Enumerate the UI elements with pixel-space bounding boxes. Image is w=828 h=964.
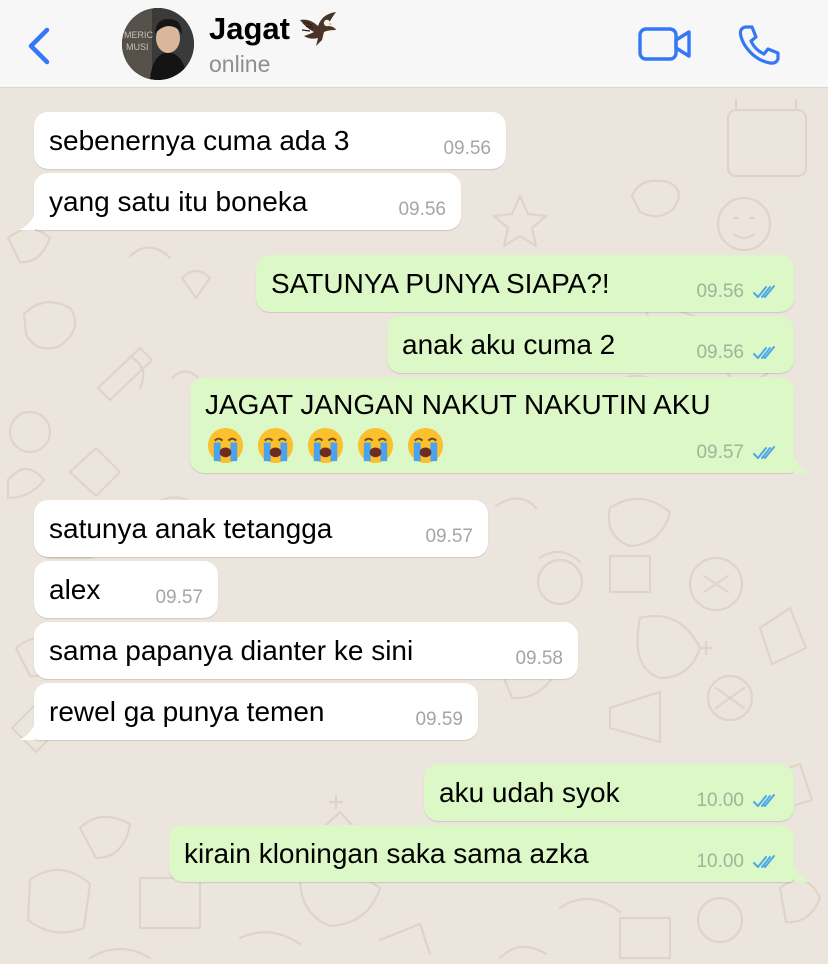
message-bubble-outgoing[interactable]: JAGAT JANGAN NAKUT NAKUTIN AKU 09.57 [190,377,794,473]
message-text: kirain kloningan saka sama azka [184,838,589,869]
message-time: 10.00 [696,851,744,872]
loudly-crying-face-icon [307,427,344,464]
read-receipt-icon [753,285,775,298]
read-receipt-icon [753,346,775,359]
message-text: sebenernya cuma ada 3 [49,125,350,156]
message-bubble-outgoing[interactable]: kirain kloningan saka sama azka 10.00 [169,825,794,882]
message-bubble-incoming[interactable]: yang satu itu boneka 09.56 [34,173,461,230]
message-time: 09.56 [398,199,446,220]
phone-icon[interactable] [738,24,782,66]
read-receipt-icon [753,855,775,868]
message-bubble-incoming[interactable]: sebenernya cuma ada 3 09.56 [34,112,506,169]
message-list[interactable]: sebenernya cuma ada 3 09.56 yang satu it… [0,88,828,964]
message-bubble-incoming[interactable]: alex 09.57 [34,561,218,618]
message-text: rewel ga punya temen [49,696,325,727]
message-text: yang satu itu boneka [49,186,308,217]
contact-name[interactable]: Jagat [209,10,338,48]
read-receipt-icon [753,794,775,807]
message-text: alex [49,574,101,605]
svg-text:MUSI: MUSI [126,42,149,52]
message-bubble-outgoing[interactable]: anak aku cuma 2 09.56 [387,316,794,373]
message-text: JAGAT JANGAN NAKUT NAKUTIN AKU [205,389,711,420]
message-bubble-outgoing[interactable]: aku udah syok 10.00 [424,764,794,821]
chat-header: MERIC MUSI Jagat online [0,0,828,88]
loudly-crying-face-icon [207,427,244,464]
message-time: 09.59 [415,709,463,730]
message-text: satunya anak tetangga [49,513,333,544]
message-text: SATUNYA PUNYA SIAPA?! [271,268,610,299]
message-text: anak aku cuma 2 [402,329,616,360]
contact-name-label: Jagat [209,11,290,46]
eagle-icon [299,12,336,46]
message-bubble-incoming[interactable]: sama papanya dianter ke sini 09.58 [34,622,578,679]
message-time: 10.00 [696,790,744,811]
bubble-tail [19,724,35,740]
message-time: 09.56 [696,342,744,363]
bubble-tail [794,866,810,882]
message-bubble-incoming[interactable]: rewel ga punya temen 09.59 [34,683,478,740]
bubble-tail [794,457,810,473]
message-time: 09.58 [515,648,563,669]
message-time: 09.57 [155,587,203,608]
bubble-tail [19,214,35,230]
message-text: aku udah syok [439,777,620,808]
message-time: 09.56 [696,281,744,302]
loudly-crying-face-icon [257,427,294,464]
avatar[interactable]: MERIC MUSI [122,8,194,80]
video-camera-icon[interactable] [638,26,692,62]
message-time: 09.56 [443,138,491,159]
chevron-left-icon[interactable] [22,26,56,66]
read-receipt-icon [753,446,775,459]
message-time: 09.57 [425,526,473,547]
message-bubble-outgoing[interactable]: SATUNYA PUNYA SIAPA?! 09.56 [256,255,794,312]
message-text: sama papanya dianter ke sini [49,635,414,666]
contact-status: online [209,51,271,77]
message-time: 09.57 [696,442,744,463]
emoji-row [206,426,445,465]
loudly-crying-face-icon [407,427,444,464]
svg-text:MERIC: MERIC [124,30,154,40]
profile-photo: MERIC MUSI [122,8,194,80]
loudly-crying-face-icon [357,427,394,464]
message-bubble-incoming[interactable]: satunya anak tetangga 09.57 [34,500,488,557]
